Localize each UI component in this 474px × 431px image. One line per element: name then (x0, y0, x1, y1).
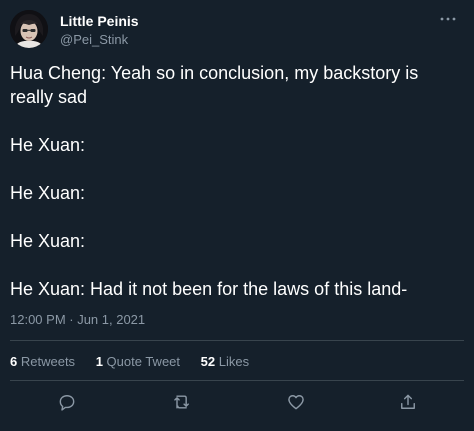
quote-tweets-label: Quote Tweet (106, 354, 181, 369)
likes-stat[interactable]: 52 Likes (201, 354, 249, 370)
heart-icon (288, 395, 304, 410)
tweet-line: He Xuan: (10, 135, 86, 155)
reply-button[interactable] (55, 390, 79, 414)
retweet-icon (174, 395, 189, 409)
divider (10, 380, 464, 381)
retweets-count: 6 (10, 354, 18, 369)
tweet: Little Peinis @Pei_Stink Hua Cheng: Yeah… (0, 0, 474, 431)
divider (10, 340, 464, 341)
retweets-stat[interactable]: 6 Retweets (10, 354, 75, 370)
author-names: Little Peinis @Pei_Stink (60, 13, 139, 49)
quote-tweets-count: 1 (95, 354, 103, 369)
tweet-line: He Xuan: (10, 231, 86, 251)
avatar[interactable] (10, 10, 48, 48)
display-name[interactable]: Little Peinis (60, 13, 139, 30)
user-handle[interactable]: @Pei_Stink (60, 31, 139, 49)
reply-icon (59, 395, 75, 411)
share-button[interactable] (396, 390, 420, 414)
more-options-icon[interactable] (438, 12, 458, 26)
tweet-text: Hua Cheng: Yeah so in conclusion, my bac… (10, 61, 464, 301)
likes-label: Likes (218, 354, 250, 369)
tweet-header: Little Peinis @Pei_Stink (10, 10, 464, 50)
share-icon (401, 394, 415, 409)
tweet-line: He Xuan: (10, 183, 86, 203)
tweet-line: Hua Cheng: Yeah so in conclusion, my bac… (10, 63, 419, 83)
likes-count: 52 (200, 354, 216, 369)
retweets-label: Retweets (20, 354, 76, 369)
retweet-button[interactable] (170, 390, 194, 414)
quote-tweets-stat[interactable]: 1 Quote Tweet (96, 354, 180, 370)
like-button[interactable] (284, 390, 308, 414)
action-bar (0, 390, 474, 414)
tweet-stats: 6 Retweets 1 Quote Tweet 52 Likes (10, 354, 266, 370)
timestamp[interactable]: 12:00 PM · Jun 1, 2021 (10, 312, 145, 328)
tweet-line: really sad (10, 87, 88, 107)
tweet-line: He Xuan: Had it not been for the laws of… (10, 279, 408, 299)
